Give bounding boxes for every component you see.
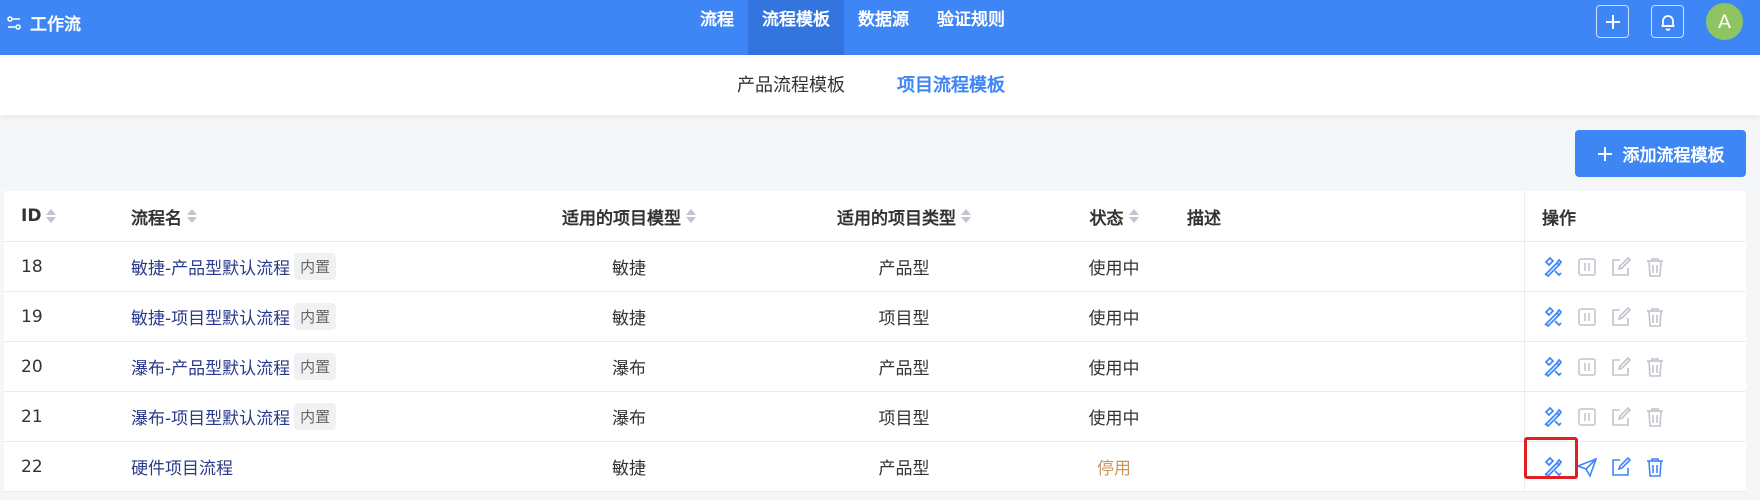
design-icon[interactable] (1542, 306, 1564, 328)
cell-model: 瀑布 (612, 409, 646, 429)
table-row: 21 瀑布-项目型默认流程 内置 瀑布 项目型 使用中 (4, 392, 1746, 442)
edit-icon[interactable] (1610, 306, 1632, 328)
edit-icon[interactable] (1610, 356, 1632, 378)
cell-name: 敏捷-产品型默认流程 内置 (131, 242, 337, 291)
header-name[interactable]: 流程名 (131, 191, 197, 241)
cell-id: 20 (21, 356, 43, 377)
cell-status: 使用中 (1088, 309, 1140, 329)
table-row: 18 敏捷-产品型默认流程 内置 敏捷 产品型 使用中 (4, 242, 1746, 292)
cell-status: 使用中 (1088, 409, 1140, 429)
sort-icon[interactable] (46, 208, 57, 224)
pause-icon[interactable] (1576, 406, 1598, 428)
header-ops: 操作 (1524, 191, 1746, 241)
cell-name: 瀑布-项目型默认流程 内置 (131, 392, 337, 441)
pause-icon[interactable] (1576, 256, 1598, 278)
table-row: 19 敏捷-项目型默认流程 内置 敏捷 项目型 使用中 (4, 292, 1746, 342)
cell-model: 敏捷 (612, 459, 646, 479)
user-avatar[interactable]: A (1706, 3, 1743, 40)
plus-icon (1605, 14, 1620, 29)
trash-icon[interactable] (1644, 256, 1666, 278)
trash-icon[interactable] (1644, 306, 1666, 328)
table-header: ID 流程名 适用的项目模型 适用的项目类型 状态 描述 操作 (4, 191, 1746, 242)
edit-icon[interactable] (1610, 406, 1632, 428)
pause-icon[interactable] (1576, 306, 1598, 328)
header-id[interactable]: ID (21, 191, 57, 241)
cell-type: 产品型 (878, 459, 930, 479)
builtin-tag: 内置 (294, 303, 337, 330)
cell-type: 项目型 (878, 409, 930, 429)
trash-icon[interactable] (1644, 356, 1666, 378)
header-desc: 描述 (1187, 208, 1221, 229)
cell-status: 使用中 (1088, 359, 1140, 379)
builtin-tag: 内置 (294, 353, 337, 380)
cell-type: 产品型 (878, 359, 930, 379)
tab-project-template[interactable]: 项目流程模板 (897, 71, 1005, 97)
cell-type: 项目型 (878, 309, 930, 329)
cell-ops (1524, 342, 1746, 391)
pause-icon[interactable] (1576, 356, 1598, 378)
cell-model: 瀑布 (612, 359, 646, 379)
bell-icon (1661, 14, 1674, 31)
builtin-tag: 内置 (294, 253, 337, 280)
template-name-link[interactable]: 瀑布-产品型默认流程 (131, 354, 290, 379)
cell-ops (1524, 292, 1746, 341)
design-icon[interactable] (1542, 406, 1564, 428)
template-table: ID 流程名 适用的项目模型 适用的项目类型 状态 描述 操作 18 敏捷-产品… (4, 191, 1746, 492)
cell-status: 停用 (1097, 459, 1131, 479)
sort-icon[interactable] (1128, 208, 1139, 224)
template-name-link[interactable]: 敏捷-产品型默认流程 (131, 254, 290, 279)
table-row: 20 瀑布-产品型默认流程 内置 瀑布 产品型 使用中 (4, 342, 1746, 392)
cell-ops (1524, 392, 1746, 441)
workflow-icon (7, 15, 21, 30)
table-row: 22 硬件项目流程 敏捷 产品型 停用 (4, 442, 1746, 492)
cell-model: 敏捷 (612, 309, 646, 329)
top-nav: 流程 流程模板 数据源 验证规则 (686, 0, 1019, 55)
cell-id: 22 (21, 456, 43, 477)
cell-type: 产品型 (878, 259, 930, 279)
cell-id: 18 (21, 256, 43, 277)
cell-name: 瀑布-产品型默认流程 内置 (131, 342, 337, 391)
cell-model: 敏捷 (612, 259, 646, 279)
edit-icon[interactable] (1610, 456, 1632, 478)
top-bar: 工作流 流程 流程模板 数据源 验证规则 A (0, 0, 1760, 55)
template-name-link[interactable]: 瀑布-项目型默认流程 (131, 404, 290, 429)
tab-product-template[interactable]: 产品流程模板 (737, 71, 845, 97)
header-model[interactable]: 适用的项目模型 (524, 191, 734, 241)
trash-icon[interactable] (1644, 406, 1666, 428)
cell-id: 21 (21, 406, 43, 427)
nav-validation-rules[interactable]: 验证规则 (923, 0, 1019, 55)
design-icon[interactable] (1542, 356, 1564, 378)
sort-icon[interactable] (686, 208, 696, 224)
add-template-button[interactable]: 添加流程模板 (1575, 130, 1746, 177)
header-status[interactable]: 状态 (1064, 191, 1164, 241)
highlight-box (1524, 437, 1578, 479)
cell-status: 使用中 (1088, 259, 1140, 279)
cell-ops (1524, 242, 1746, 291)
nav-process-template[interactable]: 流程模板 (748, 0, 844, 55)
header-type[interactable]: 适用的项目类型 (804, 191, 1004, 241)
nav-process[interactable]: 流程 (686, 0, 748, 55)
design-icon[interactable] (1542, 256, 1564, 278)
app-brand[interactable]: 工作流 (6, 10, 81, 35)
template-name-link[interactable]: 敏捷-项目型默认流程 (131, 304, 290, 329)
plus-icon (1597, 146, 1612, 161)
notifications-button[interactable] (1651, 5, 1684, 38)
add-template-label: 添加流程模板 (1622, 146, 1725, 166)
template-name-link[interactable]: 硬件项目流程 (131, 454, 233, 479)
cell-id: 19 (21, 306, 43, 327)
sort-icon[interactable] (961, 208, 971, 224)
cell-name: 硬件项目流程 (131, 442, 233, 491)
publish-icon[interactable] (1576, 456, 1598, 478)
create-button[interactable] (1596, 5, 1629, 38)
app-title: 工作流 (30, 15, 81, 35)
sub-nav: 产品流程模板 项目流程模板 (0, 55, 1760, 115)
cell-name: 敏捷-项目型默认流程 内置 (131, 292, 337, 341)
builtin-tag: 内置 (294, 403, 337, 430)
trash-icon[interactable] (1644, 456, 1666, 478)
nav-datasource[interactable]: 数据源 (844, 0, 923, 55)
sort-icon[interactable] (187, 208, 197, 224)
edit-icon[interactable] (1610, 256, 1632, 278)
